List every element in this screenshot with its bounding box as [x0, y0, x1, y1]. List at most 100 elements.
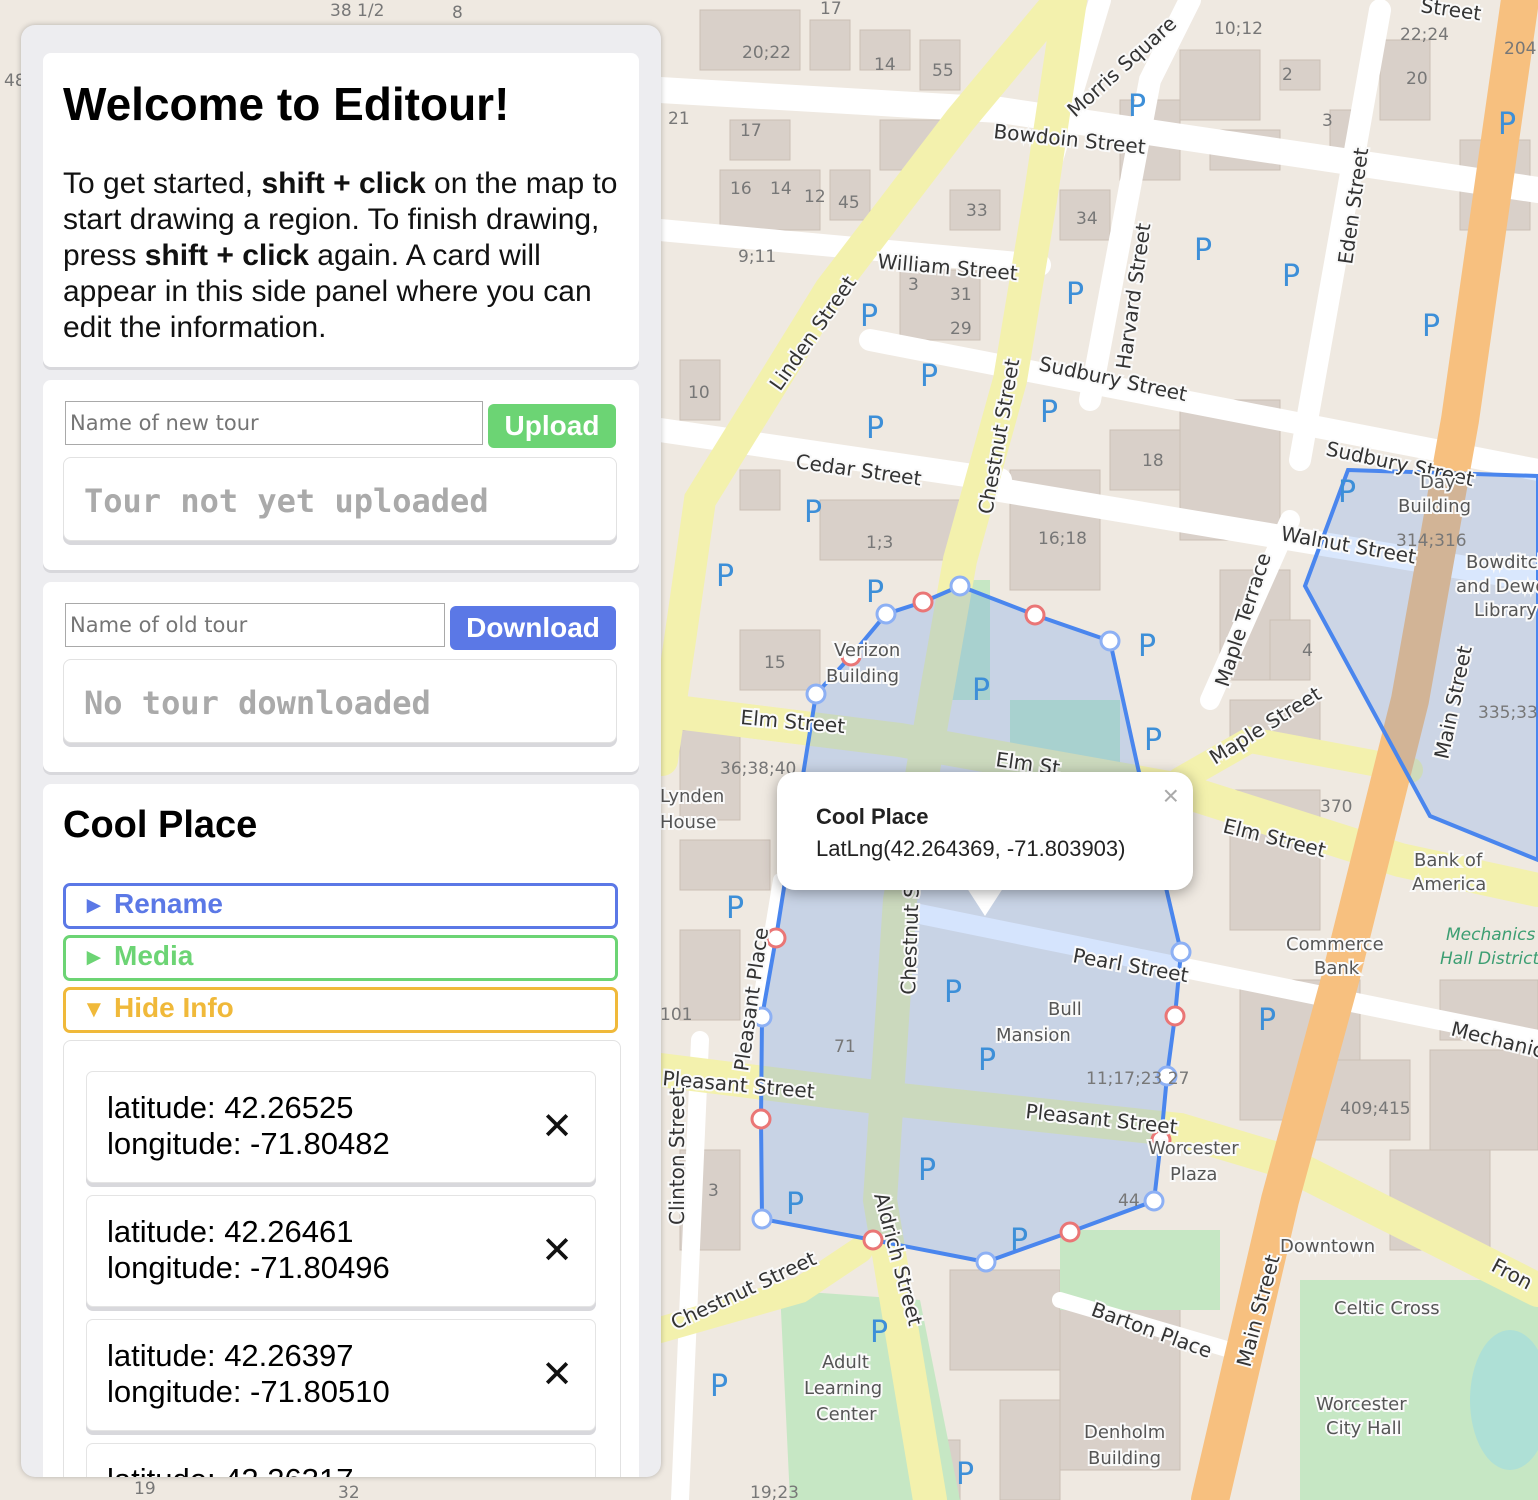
poi-label: Bull: [1048, 999, 1082, 1020]
download-status: No tour downloaded: [63, 659, 617, 743]
house-number: 32: [338, 1483, 360, 1500]
house-number: 16;18: [1038, 529, 1087, 549]
parking-icon: P: [956, 1457, 974, 1492]
poi-label: Downtown: [1280, 1236, 1375, 1257]
map-popup: Cool Place LatLng(42.264369, -71.803903)…: [777, 772, 1193, 890]
house-number: 20;22: [742, 43, 791, 63]
rename-label: Rename: [114, 888, 223, 919]
media-toggle[interactable]: ► Media: [63, 935, 618, 981]
midpoint-handle[interactable]: [1059, 1221, 1081, 1243]
house-number: 9;11: [738, 247, 776, 267]
instruction-key-combo: shift + click: [261, 167, 426, 200]
house-number: 71: [834, 1037, 856, 1057]
midpoint-handle[interactable]: [912, 591, 934, 613]
house-number: 21: [668, 109, 690, 129]
vertex-handle[interactable]: [1099, 630, 1121, 652]
new-tour-name-input[interactable]: [65, 401, 483, 445]
instruction-key-combo: shift + click: [144, 239, 309, 272]
info-label: Hide Info: [114, 992, 234, 1023]
house-number: 29: [950, 319, 972, 339]
house-number: 370: [1320, 797, 1352, 817]
poi-label: House: [660, 812, 716, 833]
house-number: 10: [688, 383, 710, 403]
collapse-arrow-icon: ▼: [82, 996, 106, 1023]
coordinate-item: latitude: 42.26317: [86, 1443, 596, 1477]
popup-title: Cool Place: [816, 804, 929, 829]
house-number: 409;415: [1340, 1099, 1411, 1119]
delete-coordinate-icon[interactable]: ✕: [541, 1108, 573, 1146]
rename-toggle[interactable]: ► Rename: [63, 883, 618, 929]
parking-icon: P: [1498, 107, 1516, 142]
poi-label: Mansion: [996, 1025, 1071, 1046]
house-number: 3: [908, 275, 919, 295]
parking-icon: P: [1194, 233, 1212, 268]
poi-label: Commerce: [1286, 934, 1384, 955]
street-label: Clinton Street: [665, 1087, 689, 1225]
parking-icon: P: [1128, 89, 1146, 124]
parking-icon: P: [1422, 309, 1440, 344]
vertex-handle[interactable]: [975, 1251, 997, 1273]
midpoint-handle[interactable]: [1024, 604, 1046, 626]
welcome-card: Welcome to Editour! To get started, shif…: [43, 53, 639, 367]
coordinate-item: latitude: 42.26461 longitude: -71.80496 …: [86, 1195, 596, 1307]
longitude-value: longitude: -71.80482: [107, 1126, 390, 1161]
vertex-handle[interactable]: [1143, 1190, 1165, 1212]
house-number: 335;337: [1478, 703, 1538, 723]
popup-close-icon[interactable]: ×: [1163, 780, 1179, 812]
side-panel: Welcome to Editour! To get started, shif…: [21, 25, 661, 1477]
latitude-value: latitude: 42.26525: [107, 1090, 354, 1125]
midpoint-handle[interactable]: [1164, 1005, 1186, 1027]
house-number: 18: [1142, 451, 1164, 471]
district-label: Mechanics: [1446, 925, 1536, 945]
poi-label: Building: [1088, 1448, 1161, 1469]
latitude-value: latitude: 42.26461: [107, 1214, 354, 1249]
house-number: 19;23: [750, 1483, 799, 1500]
welcome-instructions: To get started, shift + click on the map…: [63, 166, 633, 346]
poi-label: Library: [1474, 600, 1537, 621]
parking-icon: P: [920, 359, 938, 394]
vertex-handle[interactable]: [751, 1208, 773, 1230]
delete-coordinate-icon[interactable]: ✕: [541, 1232, 573, 1270]
house-number: 17: [820, 0, 842, 19]
parking-icon: P: [866, 411, 884, 446]
parking-icon: P: [860, 299, 878, 334]
house-number: 314;316: [1396, 531, 1467, 551]
old-tour-name-input[interactable]: [65, 603, 445, 647]
poi-label: Building: [826, 666, 899, 687]
poi-label: Building: [1398, 496, 1471, 517]
coordinate-item: latitude: 42.26525 longitude: -71.80482 …: [86, 1071, 596, 1183]
house-number: 38 1/2: [330, 1, 384, 21]
parking-icon: P: [804, 495, 822, 530]
expand-arrow-icon: ►: [82, 892, 106, 919]
street-label: Chestnut S: [896, 885, 924, 995]
upload-button[interactable]: Upload: [488, 404, 616, 448]
house-number: 44: [1118, 1191, 1140, 1211]
longitude-value: longitude: -71.80510: [107, 1374, 390, 1409]
parking-icon: P: [726, 891, 744, 926]
vertex-handle[interactable]: [805, 683, 827, 705]
upload-status: Tour not yet uploaded: [63, 457, 617, 541]
info-toggle[interactable]: ▼ Hide Info: [63, 987, 618, 1033]
parking-icon: P: [1144, 723, 1162, 758]
parking-icon: P: [786, 1187, 804, 1222]
vertex-handle[interactable]: [1170, 941, 1192, 963]
parking-icon: P: [972, 673, 990, 708]
poi-label: Bank: [1314, 958, 1360, 979]
parking-icon: P: [1282, 259, 1300, 294]
vertex-handle[interactable]: [949, 575, 971, 597]
coordinate-list[interactable]: latitude: 42.26525 longitude: -71.80482 …: [63, 1040, 621, 1477]
latitude-value: latitude: 42.26397: [107, 1338, 354, 1373]
parking-icon: P: [944, 975, 962, 1010]
house-number: 2: [1282, 65, 1293, 85]
delete-coordinate-icon[interactable]: ✕: [541, 1356, 573, 1394]
parking-icon: P: [1138, 629, 1156, 664]
poi-label: Denholm: [1084, 1422, 1165, 1443]
place-card: Cool Place ► Rename ► Media ▼ Hide Info lat…: [43, 784, 639, 1477]
coordinate-item: latitude: 42.26397 longitude: -71.80510 …: [86, 1319, 596, 1431]
parking-icon: P: [978, 1043, 996, 1078]
house-number: 19: [134, 1479, 156, 1499]
midpoint-handle[interactable]: [750, 1108, 772, 1130]
poi-label: Verizon: [834, 640, 900, 661]
download-button[interactable]: Download: [450, 606, 616, 650]
house-number: 20: [1406, 69, 1428, 89]
